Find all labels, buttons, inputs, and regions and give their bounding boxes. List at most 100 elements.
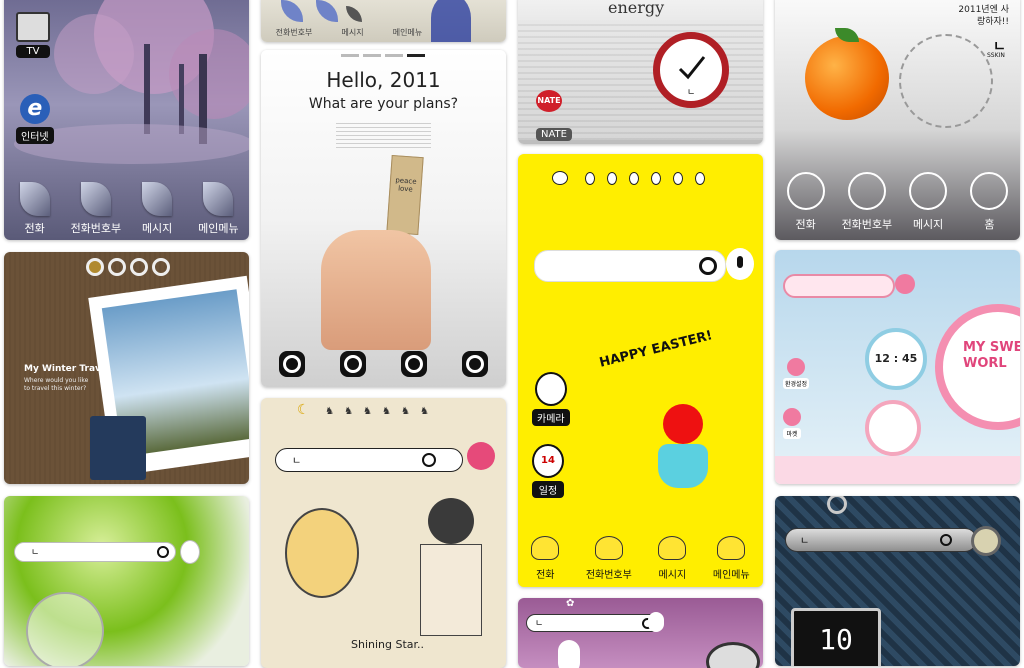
clock-widget[interactable]: ㄴ: [653, 32, 729, 108]
theme-shining-star[interactable]: ☾ ♞♞♞♞♞♞ ㄴ Shining Star..: [261, 398, 506, 668]
chick-icon: [658, 536, 687, 560]
dock-messages[interactable]: 메시지: [342, 27, 364, 38]
microphone-icon[interactable]: [467, 442, 495, 470]
phone-button[interactable]: [278, 351, 305, 377]
microphone-icon[interactable]: [726, 248, 754, 280]
passport-icon[interactable]: [90, 416, 146, 480]
girl-illustration: [411, 498, 491, 658]
dock: [775, 456, 1020, 484]
dock-phone[interactable]: 전화: [531, 536, 560, 581]
energy-word: energy: [608, 0, 665, 17]
face-icon: [970, 172, 1009, 210]
calendar-app[interactable]: 14 일정: [532, 444, 564, 498]
leaf-icon: [19, 182, 50, 216]
search-input[interactable]: ㄴ: [14, 542, 176, 562]
brand-label: SSKIN: [987, 52, 1005, 59]
dock-messages[interactable]: 메시지: [658, 536, 687, 581]
theme-my-sweet-world[interactable]: 12 : 45 MY SWE WORL 환경설정 마켓: [775, 250, 1020, 484]
dock-contacts[interactable]: 전화번호부: [836, 172, 897, 232]
hello-title: Hello, 2011: [326, 68, 441, 92]
dock-main-menu[interactable]: 메인메뉴: [713, 536, 750, 581]
dock-home[interactable]: 홈: [959, 172, 1020, 232]
theme-energy[interactable]: energy ㄴ NATE NATE: [518, 0, 763, 144]
travel-title: My Winter Travel: [24, 364, 111, 374]
search-icon[interactable]: [422, 453, 436, 467]
nate-icon[interactable]: NATE: [536, 90, 562, 112]
hello-subtitle: What are your plans?: [308, 96, 459, 112]
egg-row: [552, 170, 711, 189]
theme-pink-bunny[interactable]: ✿ ㄴ: [518, 598, 763, 668]
body-text-lines: [336, 122, 431, 148]
search-icon[interactable]: [157, 546, 169, 558]
paper-tag: peace love: [386, 154, 424, 236]
tv-icon[interactable]: [16, 12, 50, 42]
leaf-icon: [203, 182, 234, 216]
microphone-icon[interactable]: [180, 540, 200, 564]
chick-icon: [552, 171, 568, 185]
clock-widget[interactable]: [899, 34, 993, 128]
market-app[interactable]: 마켓: [783, 408, 801, 439]
search-input[interactable]: [783, 274, 895, 298]
dock-contacts[interactable]: 전화번호부: [65, 182, 126, 236]
messages-button[interactable]: [401, 351, 428, 377]
tv-label: TV: [16, 45, 50, 58]
orange-illustration: [805, 36, 889, 120]
chick-icon: [531, 536, 560, 560]
theme-iris[interactable]: 전화번호부 메시지 메인메뉴: [261, 0, 506, 42]
dock-phone[interactable]: 전화: [4, 182, 65, 236]
microphone-icon[interactable]: [895, 274, 915, 294]
microphone-icon[interactable]: [648, 612, 664, 632]
analog-clock[interactable]: [865, 400, 921, 456]
page-indicator: [341, 54, 425, 57]
face-icon: [786, 172, 825, 210]
bunny-clock-widget[interactable]: [285, 508, 359, 598]
page-dots: [86, 258, 170, 276]
theme-easter[interactable]: HAPPY EASTER! 카메라 14 일정 전화 전화번호부 메시지 메인메…: [518, 154, 763, 587]
search-icon[interactable]: [940, 534, 952, 546]
egg-icon: [695, 172, 706, 185]
calendar-icon: 14: [532, 444, 564, 478]
theme-croc-leather[interactable]: ㄴ 10: [775, 496, 1020, 666]
leaf-icon: [142, 182, 173, 216]
dock-main-menu[interactable]: 메인메뉴: [188, 182, 249, 236]
theme-winter-travel[interactable]: My Winter Travel Where would you like to…: [4, 252, 249, 484]
settings-icon: [787, 358, 806, 376]
travel-subtitle: Where would you like to travel this wint…: [24, 377, 89, 392]
water-drop-clock[interactable]: [26, 592, 104, 666]
clock-widget[interactable]: [706, 642, 760, 668]
digital-clock[interactable]: 10: [791, 608, 881, 666]
knob-icon[interactable]: [971, 526, 1001, 556]
camera-app[interactable]: 카메라: [532, 372, 570, 426]
rivet-icon: [827, 496, 847, 514]
contacts-button[interactable]: [339, 351, 366, 377]
search-input[interactable]: ㄴ: [275, 448, 463, 472]
hand-illustration: [321, 230, 431, 350]
dock-contacts[interactable]: 전화번호부: [276, 27, 313, 38]
dock-main-menu[interactable]: 메인메뉴: [393, 27, 422, 38]
dock-phone[interactable]: 전화: [775, 172, 836, 232]
search-input[interactable]: [534, 250, 726, 282]
clock-label: ㄴ: [687, 88, 696, 98]
dock-messages[interactable]: 메시지: [898, 172, 959, 232]
theme-green-leaves[interactable]: ㄴ: [4, 496, 249, 666]
search-icon[interactable]: [699, 257, 717, 275]
easter-banner: HAPPY EASTER!: [597, 328, 715, 371]
clock-widget[interactable]: 12 : 45: [865, 328, 927, 390]
face-icon: [909, 172, 948, 210]
nate-label: NATE: [536, 128, 572, 141]
dock-contacts[interactable]: 전화번호부: [586, 536, 632, 581]
search-input[interactable]: ㄴ: [526, 614, 660, 632]
search-input[interactable]: ㄴ: [785, 528, 977, 552]
caption-text: Shining Star..: [351, 638, 425, 651]
theme-hello-2011[interactable]: Hello, 2011 What are your plans? peace l…: [261, 50, 506, 387]
internet-label: 인터넷: [16, 127, 54, 144]
bunny-ear-illustration: [558, 640, 580, 668]
theme-winter-tree[interactable]: TV e 인터넷 전화 전화번호부 메시지 메인메뉴: [4, 0, 249, 240]
egg-icon: [607, 172, 618, 185]
internet-explorer-icon[interactable]: e: [19, 94, 50, 124]
theme-orange[interactable]: 2011년엔 사랑하자!! ㄴ SSKIN 전화 전화번호부 메시지 홈: [775, 0, 1020, 240]
main-menu-button[interactable]: [462, 351, 489, 377]
settings-app[interactable]: 환경설정: [783, 358, 810, 389]
dock-messages[interactable]: 메시지: [127, 182, 188, 236]
iris-icon: [346, 6, 362, 22]
